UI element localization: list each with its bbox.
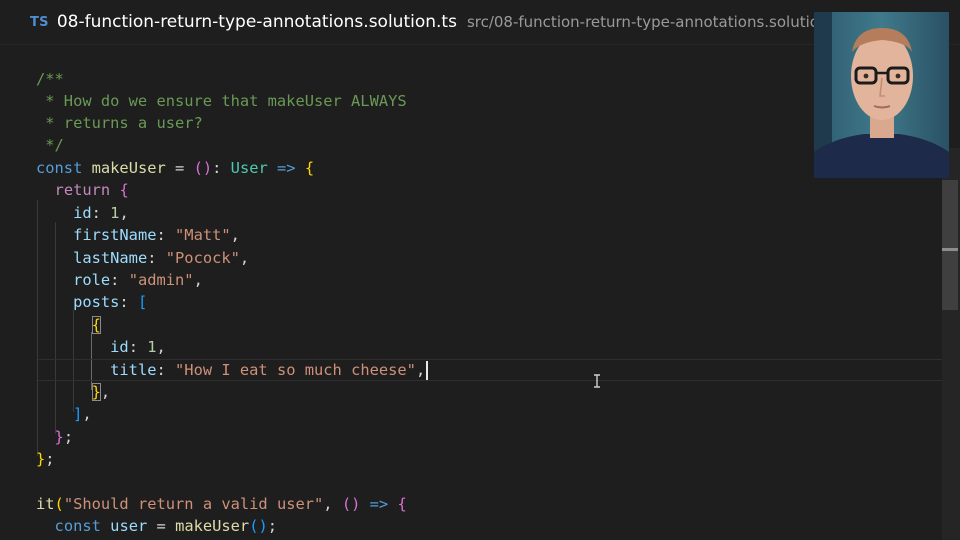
identifier-token: makeUser: [91, 159, 166, 177]
colon-token: :: [147, 249, 166, 267]
colon-token: :: [110, 271, 129, 289]
code-line: * How do we ensure that makeUser ALWAYS: [36, 90, 407, 112]
semicolon-token: ;: [45, 450, 55, 468]
colon-token: :: [212, 159, 231, 177]
brace-token: }: [54, 428, 64, 446]
bracket-token: [: [137, 293, 148, 311]
text-caret: [426, 361, 429, 380]
string-token: "How I eat so much cheese": [175, 361, 416, 379]
code-line: it("Should return a valid user", () => {: [36, 493, 407, 515]
string-token: "Matt": [175, 226, 231, 244]
code-line: const makeUser = (): User => {: [36, 157, 314, 179]
brace-token: {: [397, 495, 407, 513]
keyword-token: const: [54, 517, 101, 535]
code-line: ],: [36, 403, 92, 425]
editor-tab-file-path: src/08-function-return-type-annotations.…: [466, 13, 847, 31]
code-line: };: [36, 448, 55, 470]
comment-text: * How do we ensure that makeUser ALWAYS: [36, 92, 407, 110]
paren-token: (): [341, 495, 361, 513]
code-line: const user = makeUser();: [36, 515, 277, 537]
code-editor[interactable]: /** * How do we ensure that makeUser ALW…: [0, 68, 958, 540]
number-token: 1: [147, 338, 157, 356]
semicolon-token: ;: [63, 428, 74, 446]
brace-token: }: [36, 450, 46, 468]
comma-token: ,: [193, 271, 203, 289]
bracket-token: ]: [73, 405, 83, 423]
comment-text: /**: [36, 70, 64, 88]
code-line: role: "admin",: [36, 269, 203, 291]
code-line: },: [36, 381, 110, 403]
comma-token: ,: [323, 495, 342, 513]
keyword-token: return: [54, 181, 111, 199]
comma-token: ,: [100, 383, 111, 401]
arrow-token: =>: [360, 495, 398, 513]
code-line: * returns a user?: [36, 112, 203, 134]
string-token: "Pocock": [165, 249, 240, 267]
matched-brace-token: {: [91, 316, 101, 334]
property-token: firstName: [73, 226, 157, 244]
brace-token: {: [304, 159, 315, 177]
colon-token: :: [119, 293, 138, 311]
code-line: id: 1,: [36, 202, 129, 224]
comma-token: ,: [415, 361, 426, 379]
scrollbar-cursor-marker: [942, 248, 958, 251]
semicolon-token: ;: [267, 517, 278, 535]
comma-token: ,: [82, 405, 92, 423]
property-token: id: [73, 204, 92, 222]
operator-token: =: [147, 517, 176, 535]
code-line: {: [36, 314, 101, 336]
comma-token: ,: [156, 338, 166, 356]
operator-token: =: [165, 159, 194, 177]
code-line: lastName: "Pocock",: [36, 247, 249, 269]
paren-token: (): [249, 517, 268, 535]
code-line: posts: [: [36, 291, 147, 313]
property-token: lastName: [73, 249, 148, 267]
comment-text: * returns a user?: [36, 114, 203, 132]
text-cursor-ibeam-icon: [594, 374, 600, 388]
type-token: User: [230, 159, 268, 177]
comma-token: ,: [239, 249, 250, 267]
property-token: id: [110, 338, 129, 356]
code-line: */: [36, 134, 64, 156]
code-line-current[interactable]: title: "How I eat so much cheese",: [36, 359, 429, 381]
property-token: role: [73, 271, 111, 289]
code-line: };: [36, 426, 74, 448]
identifier-token: user: [110, 517, 148, 535]
comment-text: */: [36, 136, 64, 154]
paren-token: (): [193, 159, 213, 177]
property-token: title: [110, 361, 157, 379]
colon-token: :: [128, 338, 148, 356]
string-token: "Should return a valid user": [63, 495, 324, 513]
code-line: /**: [36, 68, 64, 90]
vertical-scrollbar-thumb[interactable]: [942, 180, 958, 310]
colon-token: :: [91, 204, 111, 222]
function-token: it: [36, 495, 55, 513]
presenter-webcam: [814, 12, 949, 178]
matched-brace-token: }: [91, 383, 101, 401]
editor-tab-file-name[interactable]: 08-function-return-type-annotations.solu…: [57, 12, 457, 32]
colon-token: :: [156, 361, 176, 379]
typescript-file-icon: TS: [30, 14, 49, 30]
code-line: return {: [36, 179, 129, 201]
code-line: id: 1,: [36, 336, 166, 358]
brace-token: {: [119, 181, 129, 199]
code-line: firstName: "Matt",: [36, 224, 240, 246]
colon-token: :: [156, 226, 176, 244]
keyword-token: const: [36, 159, 83, 177]
presenter-video-frame: [814, 12, 949, 178]
string-token: "admin": [128, 271, 194, 289]
arrow-token: =>: [267, 159, 305, 177]
comma-token: ,: [230, 226, 240, 244]
property-token: posts: [73, 293, 120, 311]
function-token: makeUser: [175, 517, 250, 535]
comma-token: ,: [119, 204, 129, 222]
paren-token: (: [54, 495, 64, 513]
